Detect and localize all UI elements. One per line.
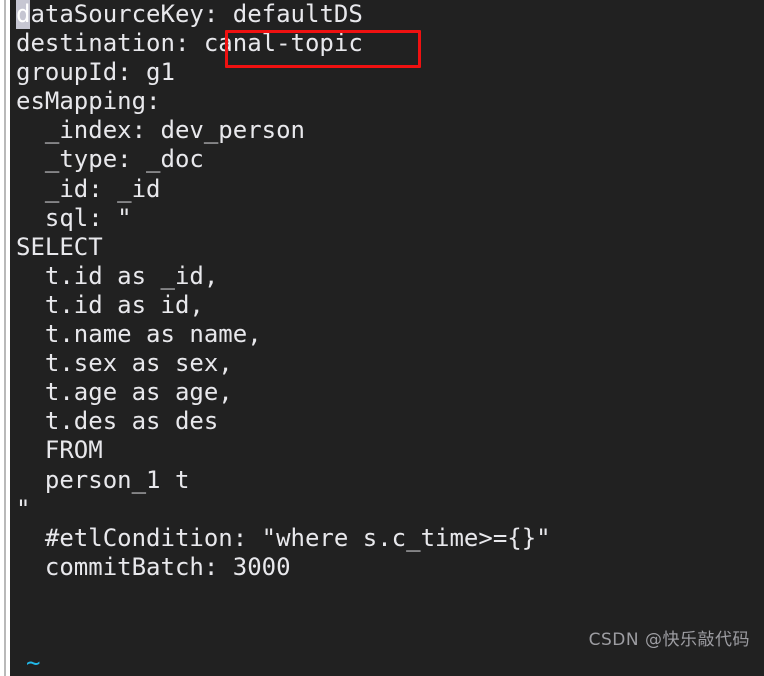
vim-tilde-marker: ~ <box>26 649 41 676</box>
code-editor-content[interactable]: dataSourceKey: defaultDS destination: ca… <box>10 0 764 640</box>
code-line[interactable]: dataSourceKey: defaultDS <box>10 0 764 30</box>
code-line[interactable]: groupId: g1 <box>10 58 764 87</box>
screenshot-root: dataSourceKey: defaultDS destination: ca… <box>0 0 764 676</box>
terminal-pane[interactable]: dataSourceKey: defaultDS destination: ca… <box>10 0 764 676</box>
code-line-text: groupId: g1 <box>16 58 175 87</box>
text-cursor[interactable]: d <box>16 0 31 30</box>
code-line-text: #etlCondition: "where s.c_time>={}" <box>16 523 551 552</box>
code-line-text: SELECT <box>16 232 103 261</box>
code-line[interactable]: SELECT <box>10 233 764 262</box>
code-line-text: t.id as id, <box>16 290 204 319</box>
code-line[interactable] <box>10 582 764 611</box>
code-line[interactable]: t.age as age, <box>10 378 764 407</box>
code-line-text: t.age as age, <box>16 378 233 407</box>
code-line[interactable]: t.name as name, <box>10 320 764 349</box>
code-line-text: ataSourceKey: defaultDS <box>30 0 363 28</box>
code-line[interactable]: esMapping: <box>10 87 764 116</box>
code-line-text: destination: canal-topic <box>16 29 363 58</box>
code-line-text: t.sex as sex, <box>16 349 233 378</box>
code-line-text: esMapping: <box>16 87 161 116</box>
code-line-text: t.des as des <box>16 407 219 436</box>
code-line[interactable]: #etlCondition: "where s.c_time>={}" <box>10 524 764 553</box>
code-line[interactable]: t.des as des <box>10 407 764 436</box>
code-line-text: " <box>16 494 31 523</box>
code-line[interactable]: t.id as id, <box>10 291 764 320</box>
code-line-text: _index: dev_person <box>16 116 305 145</box>
code-line[interactable]: t.id as _id, <box>10 262 764 291</box>
code-line-text: person_1 t <box>16 465 190 494</box>
window-left-rule <box>4 0 6 676</box>
code-line-text: _id: _id <box>16 174 161 203</box>
code-line[interactable]: FROM <box>10 436 764 465</box>
code-line[interactable]: _id: _id <box>10 175 764 204</box>
code-line[interactable]: sql: " <box>10 204 764 233</box>
code-line[interactable]: t.sex as sex, <box>10 349 764 378</box>
code-line[interactable]: " <box>10 495 764 524</box>
code-line[interactable]: _index: dev_person <box>10 116 764 145</box>
code-line[interactable]: _type: _doc <box>10 145 764 174</box>
code-line-text: FROM <box>16 436 103 465</box>
csdn-watermark: CSDN @快乐敲代码 <box>588 630 750 650</box>
code-line-text: t.name as name, <box>16 320 262 349</box>
code-line-text: commitBatch: 3000 <box>16 552 291 581</box>
code-line[interactable]: person_1 t <box>10 466 764 495</box>
code-line-text: sql: " <box>16 203 132 232</box>
code-line[interactable]: commitBatch: 3000 <box>10 553 764 582</box>
code-line-text: t.id as _id, <box>16 261 219 290</box>
code-line-text: _type: _doc <box>16 145 204 174</box>
code-line[interactable]: destination: canal-topic <box>10 29 764 58</box>
